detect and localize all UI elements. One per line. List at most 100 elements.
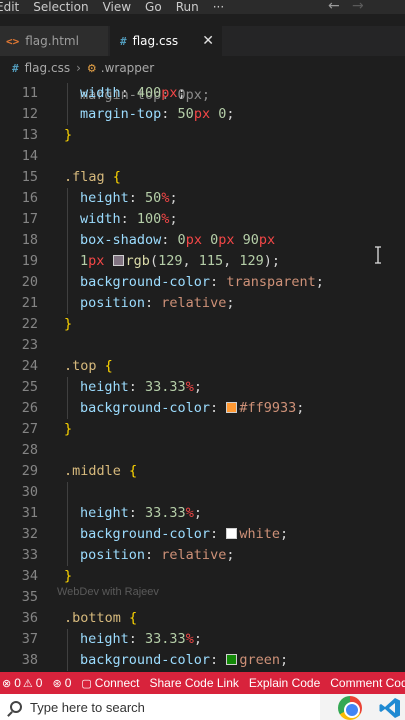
line-number: 24: [21, 358, 38, 374]
breadcrumb-selector[interactable]: .wrapper: [101, 61, 154, 75]
code-token: :: [210, 526, 227, 542]
code-token: ;: [296, 400, 305, 416]
chevron-right-icon: ›: [76, 61, 81, 75]
line-number: 29: [21, 463, 38, 479]
code-token: :: [210, 652, 227, 668]
code-line: 18 box-shadow: 0px 0px 90px: [0, 230, 405, 251]
css-file-icon: #: [12, 61, 19, 75]
warning-icon: ⚠: [22, 677, 33, 690]
code-token: ;: [193, 379, 202, 395]
code-line: 16 height: 50%;: [0, 188, 405, 209]
line-number: 17: [21, 211, 38, 227]
css-file-icon: #: [120, 34, 127, 48]
text-cursor-icon: [375, 246, 381, 264]
vscode-icon[interactable]: [378, 696, 402, 720]
color-swatch[interactable]: [112, 255, 124, 266]
code-token: .middle: [64, 463, 121, 479]
menu-selection[interactable]: Selection: [26, 0, 95, 14]
error-count: 0: [14, 676, 21, 690]
code-token: 33.33: [145, 505, 186, 521]
code-line: 23: [0, 335, 405, 356]
tab-flag-html[interactable]: <> flag.html: [0, 26, 108, 56]
code-line: 26 background-color: #ff9933;: [0, 398, 405, 419]
line-number: 34: [21, 568, 38, 584]
menu-go[interactable]: Go: [138, 0, 169, 14]
color-swatch[interactable]: [226, 528, 238, 539]
code-token: 129: [239, 253, 264, 269]
close-icon[interactable]: ✕: [202, 33, 214, 49]
code-token: 50: [145, 190, 162, 206]
code-token: ;: [315, 274, 324, 290]
code-token: ;: [279, 652, 289, 668]
share-code-link-button[interactable]: Share Code Link: [149, 676, 238, 690]
code-line: 37 height: 33.33%;: [0, 629, 405, 650]
color-swatch[interactable]: [226, 654, 238, 665]
chrome-icon[interactable]: [338, 696, 362, 720]
code-token: :: [145, 295, 162, 311]
code-token: ,: [182, 253, 199, 269]
menu-view[interactable]: View: [96, 0, 138, 14]
code-token: :: [210, 400, 227, 416]
code-token: .bottom: [64, 610, 121, 626]
code-line: 17 width: 100%;: [0, 209, 405, 230]
line-number: 26: [21, 400, 38, 416]
code-editor[interactable]: margin-top: 0px; 11 width: 400px; 12 margin…: [0, 78, 405, 672]
code-text: box-shadow: 0px 0px 90px: [80, 230, 275, 251]
code-text: position: relative;: [80, 293, 234, 314]
menu-run[interactable]: Run: [169, 0, 206, 14]
line-number: 23: [21, 337, 38, 353]
code-text: background-color: transparent;: [80, 272, 324, 293]
forward-arrow-icon[interactable]: →: [352, 0, 364, 14]
code-token: relative: [161, 547, 227, 563]
code-token: ;: [193, 505, 202, 521]
line-number: 28: [21, 442, 38, 458]
code-line: 29 .middle {: [0, 461, 405, 482]
code-text: width: 400px;: [80, 83, 186, 104]
code-line: 19 1px rgb(129, 115, 129);: [0, 251, 405, 272]
code-line: 31 height: 33.33%;: [0, 503, 405, 524]
code-token: ;: [169, 190, 178, 206]
indent-guide: [67, 629, 68, 671]
tab-flag-css[interactable]: # flag.css ✕: [110, 26, 222, 56]
line-number: 27: [21, 421, 38, 437]
search-input[interactable]: [30, 699, 290, 715]
menu-more[interactable]: ···: [206, 0, 231, 14]
breadcrumb-file[interactable]: flag.css: [25, 61, 70, 75]
code-line: 30: [0, 482, 405, 503]
code-token: }: [64, 568, 73, 584]
problems-indicator[interactable]: ⊗ 0 ⚠ 0: [2, 676, 42, 690]
line-number: 36: [21, 610, 38, 626]
code-line: 34}: [0, 566, 405, 587]
code-token: margin-top: [80, 106, 162, 122]
status-bar: ⊗ 0 ⚠ 0 ⊛ 0 ▢ Connect Share Code Link Ex…: [0, 672, 405, 694]
connect-button[interactable]: ▢ Connect: [81, 676, 139, 690]
code-token: green: [239, 652, 280, 668]
code-token: height: [80, 190, 129, 206]
tab-label: flag.html: [25, 34, 79, 48]
ports-indicator[interactable]: ⊛ 0: [52, 676, 71, 690]
code-token: px: [88, 253, 105, 269]
explain-code-button[interactable]: Explain Code: [249, 676, 320, 690]
menu-edit[interactable]: Edit: [0, 0, 26, 14]
back-arrow-icon[interactable]: ←: [328, 0, 340, 14]
code-token: background-color: [80, 400, 211, 416]
taskbar-search[interactable]: [0, 694, 320, 720]
code-token: 115: [198, 253, 224, 269]
warning-count: 0: [35, 676, 43, 690]
code-token: %: [185, 379, 194, 395]
code-token: :: [145, 547, 162, 563]
code-token: :: [120, 85, 137, 101]
error-icon: ⊗: [2, 677, 12, 690]
code-token: :: [128, 505, 146, 521]
code-line: 32 background-color: white;: [0, 524, 405, 545]
code-text: height: 33.33%;: [80, 377, 202, 398]
comment-code-button[interactable]: Comment Code: [330, 676, 405, 690]
color-swatch[interactable]: [226, 402, 238, 413]
tab-bar: <> flag.html # flag.css ✕: [0, 26, 405, 56]
code-token: ,: [223, 253, 240, 269]
code-token: position: [80, 547, 146, 563]
